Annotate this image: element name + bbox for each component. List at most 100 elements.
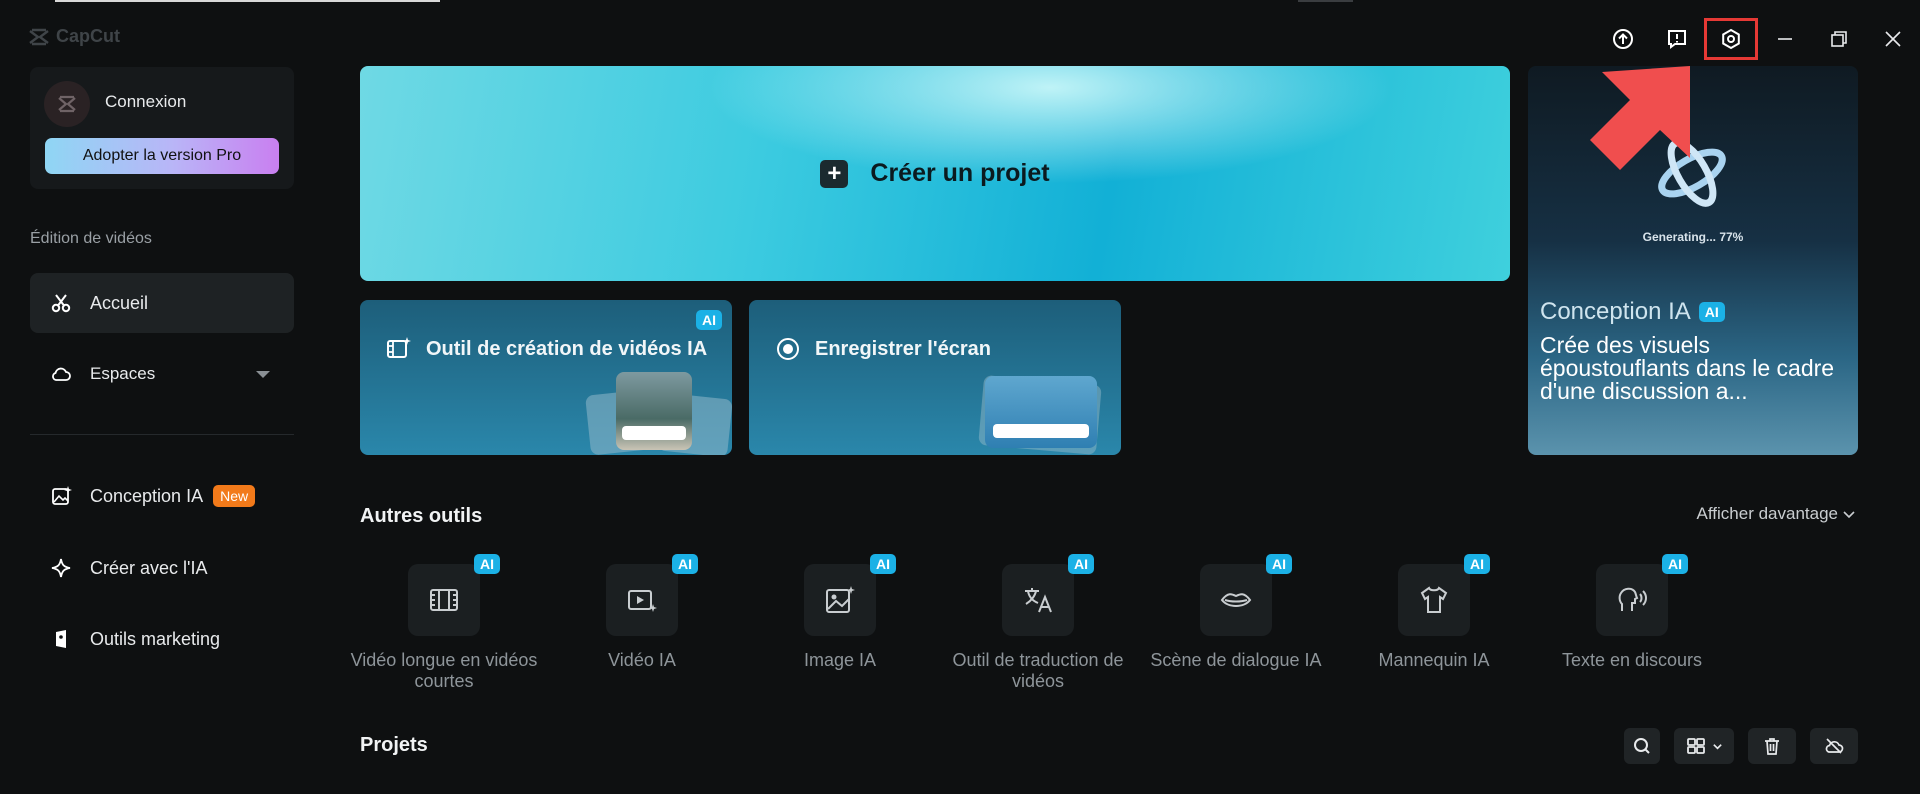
thumbnail-screen bbox=[985, 376, 1097, 448]
tool-icon-box: AI bbox=[606, 554, 698, 636]
tool-ai-model[interactable]: AI Mannequin IA bbox=[1334, 554, 1534, 671]
avatar[interactable] bbox=[44, 81, 90, 127]
thumbnail-person bbox=[616, 372, 692, 450]
ai-badge: AI bbox=[1266, 554, 1292, 574]
restore-button[interactable] bbox=[1812, 18, 1866, 60]
tool-ai-video[interactable]: AI Vidéo IA bbox=[542, 554, 742, 671]
upgrade-pro-button[interactable]: Adopter la version Pro bbox=[45, 138, 279, 174]
annotation-arrow-icon bbox=[1590, 66, 1690, 170]
translate-icon bbox=[1025, 588, 1052, 613]
tool-icon-box: AI bbox=[1596, 554, 1688, 636]
divider bbox=[30, 434, 294, 435]
cloud-sync-button[interactable] bbox=[1810, 728, 1858, 764]
create-project-button[interactable]: + Créer un projet bbox=[360, 66, 1510, 281]
chevron-down-icon bbox=[1843, 511, 1855, 519]
search-icon bbox=[1634, 738, 1650, 754]
ai-badge: AI bbox=[672, 554, 698, 574]
section-title: Édition de vidéos bbox=[30, 230, 152, 247]
window-controls bbox=[1596, 18, 1920, 60]
promo-title-text: Conception IA bbox=[1540, 298, 1691, 325]
show-more-link[interactable]: Afficher davantage bbox=[1697, 504, 1856, 524]
capcut-logo-icon bbox=[29, 28, 49, 45]
card-title: Enregistrer l'écran bbox=[775, 336, 991, 362]
tab-indicator-secondary bbox=[1298, 0, 1353, 2]
record-screen-card[interactable]: Enregistrer l'écran bbox=[749, 300, 1121, 455]
app-name: CapCut bbox=[56, 26, 120, 46]
settings-button[interactable] bbox=[1704, 18, 1758, 60]
minimize-icon bbox=[1778, 38, 1792, 40]
card-label: Enregistrer l'écran bbox=[815, 337, 991, 360]
promo-description: Crée des visuels époustouflants dans le … bbox=[1540, 332, 1835, 404]
close-button[interactable] bbox=[1866, 18, 1920, 60]
search-button[interactable] bbox=[1624, 728, 1660, 764]
shirt-icon bbox=[1420, 586, 1448, 613]
cloud-icon bbox=[52, 367, 71, 381]
settings-icon bbox=[1722, 28, 1740, 50]
tool-label: Mannequin IA bbox=[1378, 650, 1490, 670]
tool-video-translate[interactable]: AI Outil de traduction de vidéos bbox=[938, 554, 1138, 692]
new-badge: New bbox=[213, 485, 256, 507]
sidebar-item-create-ai[interactable]: Créer avec l'IA bbox=[30, 538, 294, 598]
sparkle-icon bbox=[51, 558, 71, 578]
ai-video-tool-card[interactable]: AI Outil de création de vidéos IA bbox=[360, 300, 732, 455]
grid-view-icon bbox=[1686, 738, 1705, 754]
tool-icon-box: AI bbox=[804, 554, 896, 636]
login-link[interactable]: Connexion bbox=[105, 92, 186, 112]
tab-indicator bbox=[55, 0, 440, 2]
feedback-icon bbox=[1668, 30, 1686, 49]
scissors-icon bbox=[51, 294, 71, 313]
tools-section-title: Autres outils bbox=[360, 505, 483, 527]
ai-badge: AI bbox=[1068, 554, 1094, 574]
promo-title: Conception IA AI bbox=[1540, 298, 1725, 326]
trash-icon bbox=[1765, 738, 1779, 755]
chevron-down-icon[interactable] bbox=[256, 371, 270, 378]
tool-icon-box: AI bbox=[1398, 554, 1490, 636]
close-icon bbox=[1885, 31, 1901, 47]
ai-badge: AI bbox=[1698, 302, 1725, 322]
ai-badge: AI bbox=[1464, 554, 1490, 574]
projects-section-title: Projets bbox=[360, 734, 428, 756]
tool-label: Outil de traduction de vidéos bbox=[952, 650, 1124, 691]
show-more-label: Afficher davantage bbox=[1696, 504, 1838, 523]
speech-icon bbox=[1618, 587, 1647, 611]
view-toggle-button[interactable] bbox=[1674, 728, 1734, 764]
sidebar-item-label: Créer avec l'IA bbox=[90, 557, 208, 578]
ai-badge: AI bbox=[474, 554, 500, 574]
sidebar-item-label: Accueil bbox=[90, 292, 149, 313]
marketing-icon bbox=[56, 630, 66, 648]
sidebar-item-marketing[interactable]: Outils marketing bbox=[30, 609, 294, 669]
tool-icon-box: AI bbox=[408, 554, 500, 636]
image-sparkle-icon bbox=[52, 486, 72, 505]
feedback-button[interactable] bbox=[1650, 18, 1704, 60]
sidebar-item-spaces[interactable]: Espaces bbox=[30, 344, 294, 404]
tool-long-to-short[interactable]: AI Vidéo longue en vidéos courtes bbox=[344, 554, 544, 692]
capcut-avatar-icon bbox=[58, 95, 76, 113]
lips-icon bbox=[1220, 593, 1252, 607]
sidebar-item-label: Espaces bbox=[90, 364, 156, 383]
upload-button[interactable] bbox=[1596, 18, 1650, 60]
sidebar-item-home[interactable]: Accueil bbox=[30, 273, 294, 333]
sidebar-item-label: Conception IA bbox=[90, 485, 204, 506]
plus-icon: + bbox=[820, 159, 849, 188]
chevron-down-icon bbox=[1712, 743, 1722, 750]
app-logo: CapCut bbox=[28, 26, 120, 47]
cloud-off-icon bbox=[1825, 738, 1844, 754]
tool-ai-image[interactable]: AI Image IA bbox=[740, 554, 940, 671]
tool-label: Vidéo IA bbox=[608, 650, 676, 670]
minimize-button[interactable] bbox=[1758, 18, 1812, 60]
tool-label: Vidéo longue en vidéos courtes bbox=[350, 650, 538, 691]
restore-icon bbox=[1831, 31, 1847, 47]
card-label: Outil de création de vidéos IA bbox=[426, 337, 708, 360]
delete-button[interactable] bbox=[1748, 728, 1796, 764]
tool-text-to-speech[interactable]: AI Texte en discours bbox=[1532, 554, 1732, 671]
card-title: Outil de création de vidéos IA bbox=[386, 336, 707, 362]
sidebar-item-label: Outils marketing bbox=[90, 628, 221, 649]
tool-dialogue-scene[interactable]: AI Scène de dialogue IA bbox=[1136, 554, 1336, 671]
ai-video-icon bbox=[628, 590, 657, 612]
tool-icon-box: AI bbox=[1200, 554, 1292, 636]
sidebar-item-ai-design[interactable]: Conception IA New bbox=[30, 466, 294, 526]
ai-badge: AI bbox=[696, 310, 722, 330]
ai-image-icon bbox=[826, 586, 855, 613]
create-project-label: Créer un projet bbox=[870, 159, 1050, 187]
tool-label: Scène de dialogue IA bbox=[1150, 650, 1322, 670]
